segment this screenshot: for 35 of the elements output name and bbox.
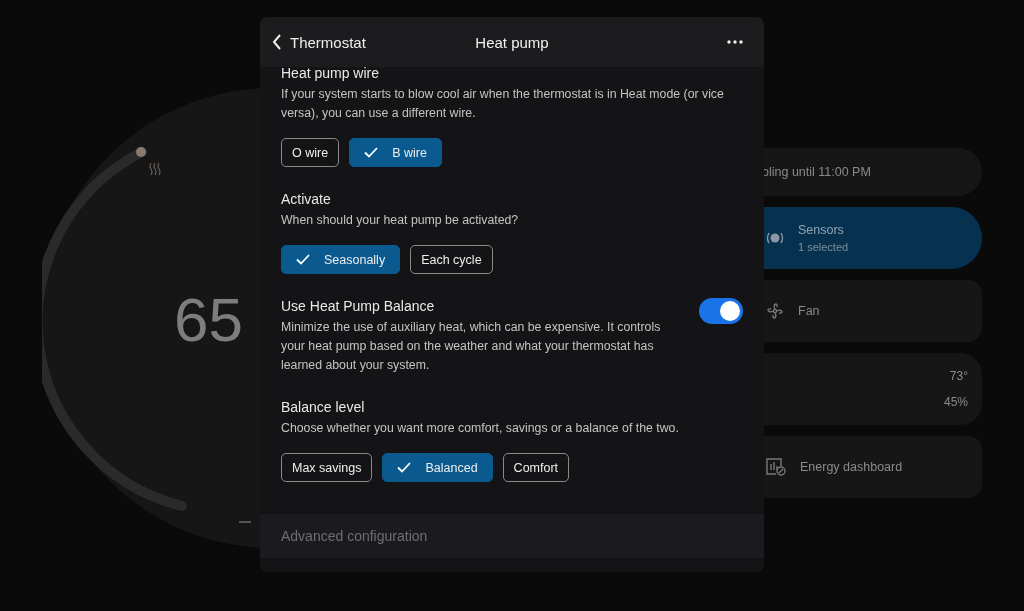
- reading-value: 45%: [943, 395, 968, 409]
- more-options-icon[interactable]: [727, 40, 743, 44]
- section-description: If your system starts to blow cool air when the thermostat is in Heat mode (or vice versa), you can use a different wire.: [281, 86, 725, 122]
- heat-waves-icon: [149, 162, 161, 176]
- toggle-switch[interactable]: [699, 298, 743, 324]
- sensors-title: Sensors: [798, 223, 845, 237]
- reading-value: 73°: [949, 369, 968, 383]
- fan-icon: [766, 302, 784, 320]
- section-title: Activate: [281, 191, 332, 207]
- check-icon: [364, 147, 379, 158]
- dialog-title: Heat pump: [475, 33, 549, 51]
- section-title: Heat pump wire: [281, 65, 381, 81]
- option-chip[interactable]: O wire: [281, 138, 340, 167]
- section-title: Balance level: [281, 399, 366, 415]
- check-icon: [296, 254, 310, 265]
- back-button[interactable]: Thermostat: [272, 33, 366, 51]
- advanced-configuration-row[interactable]: Advanced configuration: [260, 514, 764, 558]
- energy-dashboard-title: Energy dashboard: [800, 460, 903, 474]
- temperature-reading: 65: [174, 284, 243, 355]
- sensor-icon: [766, 231, 784, 245]
- option-chip[interactable]: Each cycle: [410, 245, 493, 274]
- option-chip[interactable]: Seasonally: [281, 245, 401, 274]
- option-chip[interactable]: B wire: [349, 138, 442, 167]
- check-icon: [397, 462, 412, 473]
- option-chip[interactable]: Balanced: [382, 453, 493, 482]
- section-description: Choose whether you want more comfort, savings or a balance of the two.: [281, 420, 680, 437]
- back-chevron-icon: [272, 34, 282, 50]
- sensors-subtitle: 1 selected: [798, 241, 849, 253]
- section-description: When should your heat pump be activated?: [281, 212, 520, 229]
- section-description: Minimize the use of auxiliary heat, which can be expensive. It controls your heat pump based on the weather and what your thermostat has learned about your system.: [281, 319, 662, 374]
- section-title: Use Heat Pump Balance: [281, 298, 436, 314]
- fan-title: Fan: [798, 304, 820, 318]
- option-chip[interactable]: Max savings: [281, 453, 373, 482]
- option-chip[interactable]: Comfort: [502, 453, 570, 482]
- chart-leaf-icon: [766, 458, 786, 476]
